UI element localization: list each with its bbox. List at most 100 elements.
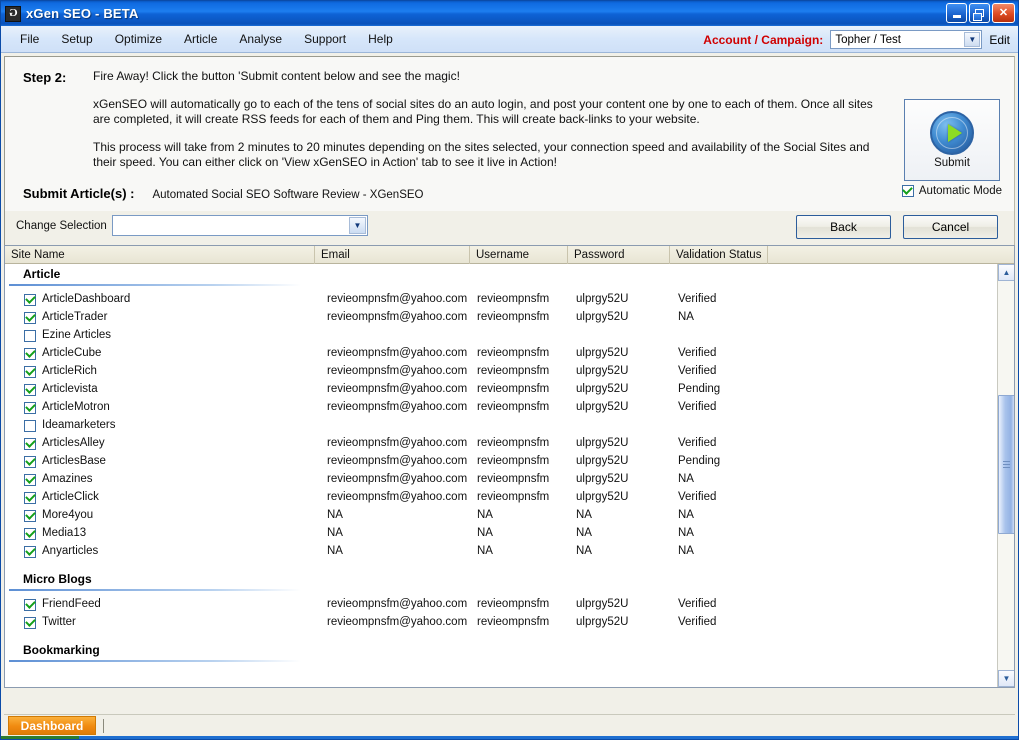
row-checkbox[interactable] [24,420,36,432]
cell-email: NA [327,545,343,557]
cell-site-name: More4you [42,509,94,521]
cell-email: revieompnsfm@yahoo.com [327,365,468,377]
account-campaign-value: Topher / Test [835,33,901,46]
cell-password: ulprgy52U [576,437,629,449]
chevron-down-icon[interactable]: ▼ [964,32,981,47]
table-row[interactable]: ArticleClick revieompnsfm@yahoo.com revieo… [5,489,997,507]
step-line-1: Fire Away! Click the button 'Submit cont… [93,69,460,83]
restore-button[interactable] [969,3,990,23]
grid-group-label: Micro Blogs [23,572,92,586]
column-header-validation-status[interactable]: Validation Status [670,246,768,264]
table-row[interactable]: ArticleCube revieompnsfm@yahoo.com revieom… [5,345,997,363]
table-row[interactable]: ArticlesAlley revieompnsfm@yahoo.com revie… [5,435,997,453]
row-checkbox[interactable] [24,528,36,540]
column-header-site-name[interactable]: Site Name [5,246,315,264]
automatic-mode-checkbox[interactable]: Automatic Mode [901,185,1002,197]
scroll-thumb[interactable] [998,395,1014,534]
checkbox-icon [24,402,36,414]
menu-item-article[interactable]: Article [173,28,228,50]
column-header-username[interactable]: Username [470,246,568,264]
table-row[interactable]: Anyarticles NA NA NA NA [5,543,997,561]
menu-item-setup[interactable]: Setup [50,28,103,50]
step-label: Step 2: [23,70,67,85]
cell-username: revieompnsfm [477,437,550,449]
grid-vertical-scrollbar[interactable]: ▲ ▼ [997,264,1014,687]
menu-item-analyse[interactable]: Analyse [228,28,293,50]
minimize-button[interactable] [946,3,967,23]
account-campaign-area: Account / Campaign: Topher / Test ▼ Edit [703,26,1012,53]
table-row[interactable]: Ezine Articles [5,327,997,345]
cancel-button[interactable]: Cancel [903,215,998,239]
row-checkbox[interactable] [24,546,36,558]
close-button[interactable]: ✕ [992,3,1015,23]
cell-email: NA [327,527,343,539]
column-header-password[interactable]: Password [568,246,670,264]
cell-site-name: ArticlesAlley [42,437,105,449]
row-checkbox[interactable] [24,402,36,414]
cell-password: NA [576,527,592,539]
table-row[interactable]: ArticleMotron revieompnsfm@yahoo.com revie… [5,399,997,417]
table-row[interactable]: Amazines revieompnsfm@yahoo.com revieompns… [5,471,997,489]
account-campaign-select[interactable]: Topher / Test ▼ [830,30,983,49]
grid-header-row: Site Name Email Username Password Valida… [5,246,1014,264]
back-button[interactable]: Back [796,215,891,239]
cell-username: NA [477,545,493,557]
table-row[interactable]: More4you NA NA NA NA [5,507,997,525]
row-checkbox[interactable] [24,474,36,486]
table-row[interactable]: ArticlesBase revieompnsfm@yahoo.com revieo… [5,453,997,471]
cell-password: ulprgy52U [576,311,629,323]
grid-group-label: Bookmarking [23,643,100,657]
table-row[interactable]: ArticleDashboard revieompnsfm@yahoo.com re… [5,291,997,309]
cell-site-name: ArticleRich [42,365,97,377]
row-checkbox[interactable] [24,456,36,468]
cell-password: NA [576,545,592,557]
cell-validation-status: Verified [678,491,717,503]
change-selection-select[interactable]: ▼ [112,215,368,236]
step-instructions-text: Fire Away! Click the button 'Submit cont… [93,69,884,183]
row-checkbox[interactable] [24,510,36,522]
row-checkbox[interactable] [24,384,36,396]
menu-item-optimize[interactable]: Optimize [104,28,173,50]
menu-item-support[interactable]: Support [293,28,357,50]
scroll-down-button[interactable]: ▼ [998,670,1014,687]
cell-site-name: Ezine Articles [42,329,112,341]
table-row[interactable]: FriendFeed revieompnsfm@yahoo.com revieomp… [5,596,997,614]
menu-item-file[interactable]: File [9,28,50,50]
table-row[interactable]: ArticleTrader revieompnsfm@yahoo.com revie… [5,309,997,327]
table-row[interactable]: Media13 NA NA NA NA [5,525,997,543]
cell-email: revieompnsfm@yahoo.com [327,347,468,359]
cell-site-name: ArticleCube [42,347,102,359]
cell-validation-status: Verified [678,347,717,359]
dashboard-tab[interactable]: Dashboard [8,716,96,735]
row-checkbox[interactable] [24,492,36,504]
cell-validation-status: Verified [678,616,717,628]
row-checkbox[interactable] [24,348,36,360]
cell-email: revieompnsfm@yahoo.com [327,616,468,628]
checkbox-icon [24,456,36,468]
checkbox-icon [24,617,36,629]
column-header-email[interactable]: Email [315,246,470,264]
edit-link[interactable]: Edit [989,33,1012,47]
cell-username: revieompnsfm [477,491,550,503]
status-bar: Dashboard [4,714,1015,736]
row-checkbox[interactable] [24,312,36,324]
submit-button[interactable]: Submit [904,99,1000,181]
menu-item-help[interactable]: Help [357,28,404,50]
chevron-down-icon[interactable]: ▼ [349,217,366,234]
table-row[interactable]: Articlevista revieompnsfm@yahoo.com revieo… [5,381,997,399]
cell-password: ulprgy52U [576,347,629,359]
row-checkbox[interactable] [24,330,36,342]
row-checkbox[interactable] [24,599,36,611]
table-row[interactable]: Ideamarketers [5,417,997,435]
checkbox-icon [24,294,36,306]
row-checkbox[interactable] [24,366,36,378]
submit-articles-row: Submit Article(s) : Automated Social SEO… [23,186,424,201]
row-checkbox[interactable] [24,294,36,306]
row-checkbox[interactable] [24,438,36,450]
cell-email: revieompnsfm@yahoo.com [327,455,468,467]
scroll-up-button[interactable]: ▲ [998,264,1014,281]
cell-validation-status: NA [678,473,694,485]
row-checkbox[interactable] [24,617,36,629]
table-row[interactable]: Twitter revieompnsfm@yahoo.com revieompnsf… [5,614,997,632]
table-row[interactable]: ArticleRich revieompnsfm@yahoo.com revieom… [5,363,997,381]
